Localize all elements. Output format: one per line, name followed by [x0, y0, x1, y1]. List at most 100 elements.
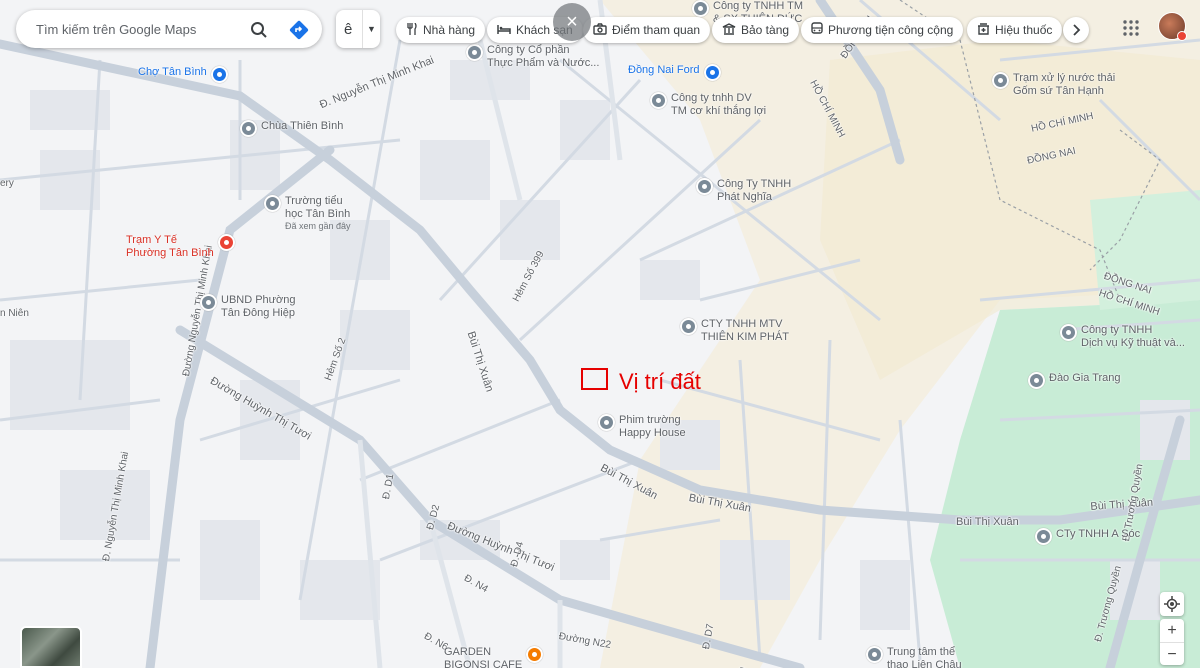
museum-icon [722, 22, 736, 38]
poi-name: Công ty Cổ phần Thực Phẩm và Nước... [487, 44, 600, 69]
pharmacy-icon [977, 22, 990, 38]
bed-icon [497, 23, 511, 38]
poi-text: Trường tiểu học Tân Bình Đã xem gần đây [285, 195, 351, 231]
apps-grid-icon[interactable] [1118, 15, 1144, 41]
chip-label: Phương tiện công cộng [828, 23, 954, 37]
poi-name: Công ty tnhh DV TM cơ khí thắng lợi [671, 92, 767, 117]
poi-pin-icon[interactable] [210, 66, 228, 83]
pin-dot [1034, 378, 1039, 383]
pin-dot [656, 98, 661, 103]
poi-text: UBND Phường Tân Đông Hiệp [221, 294, 296, 320]
poi-pin-icon[interactable] [703, 64, 721, 81]
avatar[interactable] [1158, 12, 1187, 41]
poi-name: Chợ Tân Bình [138, 66, 207, 78]
poi-marker[interactable]: Trạm Y Tế Phường Tân Bình [126, 234, 235, 260]
poi-marker[interactable]: Trạm xử lý nước thải Gốm sứ Tân Hạnh [992, 72, 1115, 98]
layer-toggle-button[interactable]: ê ▼ [336, 10, 380, 48]
poi-name: GARDEN BIGONSI CAFE [444, 646, 523, 668]
zoom-in-button[interactable]: + [1160, 619, 1184, 642]
poi-pin-icon[interactable] [200, 294, 217, 311]
pin-dot [246, 126, 251, 131]
poi-pin-icon[interactable] [598, 414, 615, 431]
poi-pin-icon[interactable] [1060, 324, 1077, 341]
street-label: n Niên [0, 308, 29, 319]
poi-pin-icon[interactable] [240, 120, 257, 137]
poi-marker[interactable]: Công Ty TNHH Phát Nghĩa [696, 178, 791, 204]
poi-marker[interactable]: Đào Gia Trang [1028, 372, 1121, 389]
search-box[interactable] [16, 10, 322, 48]
poi-pin-icon[interactable] [217, 234, 235, 251]
poi-marker[interactable]: Phim trường Happy House [598, 414, 686, 440]
poi-text: Trung tâm thể thao Liên Châu [887, 646, 962, 668]
my-location-icon[interactable] [1160, 592, 1184, 616]
poi-name: UBND Phường Tân Đông Hiệp [221, 294, 296, 319]
poi-name: Công ty TNHH Dịch vụ Kỹ thuật và... [1081, 324, 1185, 349]
camera-icon [593, 22, 607, 38]
zoom-control: + − [1160, 619, 1184, 665]
poi-pin-icon[interactable] [1035, 528, 1052, 545]
land-location-label: Vị trí đất [619, 369, 701, 394]
chevron-right-icon[interactable] [1063, 17, 1089, 43]
poi-marker[interactable]: Trung tâm thể thao Liên Châu [866, 646, 962, 668]
search-icon[interactable] [248, 19, 270, 41]
poi-pin-icon[interactable] [526, 646, 544, 663]
poi-subtitle: Đã xem gần đây [285, 221, 351, 231]
land-location-marker [581, 368, 608, 390]
poi-marker[interactable]: Công ty TNHH Dịch vụ Kỹ thuật và... [1060, 324, 1185, 350]
poi-pin-icon[interactable] [692, 0, 709, 17]
poi-pin-icon[interactable] [650, 92, 667, 109]
poi-marker[interactable]: GARDEN BIGONSI CAFE [444, 646, 544, 668]
chip-label: Điểm tham quan [612, 23, 701, 37]
notification-badge [1177, 31, 1187, 41]
poi-text: Chợ Tân Bình [138, 66, 207, 79]
fork-knife-icon [406, 22, 418, 38]
poi-marker[interactable]: Đồng Nai Ford [628, 64, 721, 81]
chip-restaurants[interactable]: Nhà hàng [396, 17, 486, 43]
map-canvas[interactable] [0, 0, 1200, 668]
poi-text: GARDEN BIGONSI CAFE [444, 646, 522, 668]
caret-down-icon[interactable]: ▼ [362, 10, 380, 48]
chip-museums[interactable]: Bảo tàng [712, 17, 800, 43]
map-viewport[interactable]: Đ. Nguyễn Thị Minh Khai Bùi Thị Xuân Hẻm S… [0, 0, 1200, 668]
directions-icon[interactable] [288, 19, 310, 41]
bus-icon [811, 22, 823, 38]
pin-dot [998, 78, 1003, 83]
poi-pin-icon[interactable] [264, 195, 281, 212]
poi-name: Trường tiểu học Tân Bình [285, 195, 351, 220]
poi-text: Đồng Nai Ford [628, 64, 700, 77]
poi-marker[interactable]: Chùa Thiên Bình [240, 120, 343, 137]
poi-marker[interactable]: CTY TNHH MTV THIÊN KIM PHÁT [680, 318, 789, 344]
poi-pin-icon[interactable] [992, 72, 1009, 89]
search-input[interactable] [36, 21, 236, 37]
chip-attractions[interactable]: Điểm tham quan [583, 17, 711, 43]
poi-marker[interactable]: Trường tiểu học Tân Bình Đã xem gần đây [264, 195, 351, 231]
poi-pin-icon[interactable] [680, 318, 697, 335]
poi-pin-icon[interactable] [866, 646, 883, 663]
poi-pin-icon[interactable] [466, 44, 483, 61]
chip-pharmacy[interactable]: Hiệu thuốc [967, 17, 1063, 43]
chip-label: Hiệu thuốc [995, 23, 1053, 37]
poi-marker[interactable]: Công ty Cổ phần Thực Phẩm và Nước... [466, 44, 599, 70]
poi-name: Trung tâm thể thao Liên Châu [887, 646, 962, 668]
pin-dot [216, 72, 222, 77]
poi-name: Đồng Nai Ford [628, 64, 700, 76]
poi-text: Chùa Thiên Bình [261, 120, 343, 133]
pin-dot [604, 420, 609, 425]
poi-marker[interactable]: Công ty tnhh DV TM cơ khí thắng lợi [650, 92, 766, 118]
chip-label: Bảo tàng [741, 23, 790, 37]
poi-marker[interactable]: CTy TNHH A Sóc [1035, 528, 1140, 545]
close-icon[interactable]: × [553, 3, 591, 41]
pin-dot [532, 652, 538, 657]
satellite-layer-thumbnail[interactable] [20, 626, 82, 668]
poi-text: Trạm xử lý nước thải Gốm sứ Tân Hạnh [1013, 72, 1115, 98]
chip-transit[interactable]: Phương tiện công cộng [801, 17, 964, 43]
poi-marker[interactable]: Chợ Tân Bình [138, 66, 228, 83]
pin-dot [472, 50, 477, 55]
poi-pin-icon[interactable] [1028, 372, 1045, 389]
poi-marker[interactable]: UBND Phường Tân Đông Hiệp [200, 294, 296, 320]
pin-dot [698, 6, 703, 11]
zoom-out-button[interactable]: − [1160, 643, 1184, 666]
pin-dot [686, 324, 691, 329]
poi-pin-icon[interactable] [696, 178, 713, 195]
chip-label: Nhà hàng [423, 23, 476, 37]
